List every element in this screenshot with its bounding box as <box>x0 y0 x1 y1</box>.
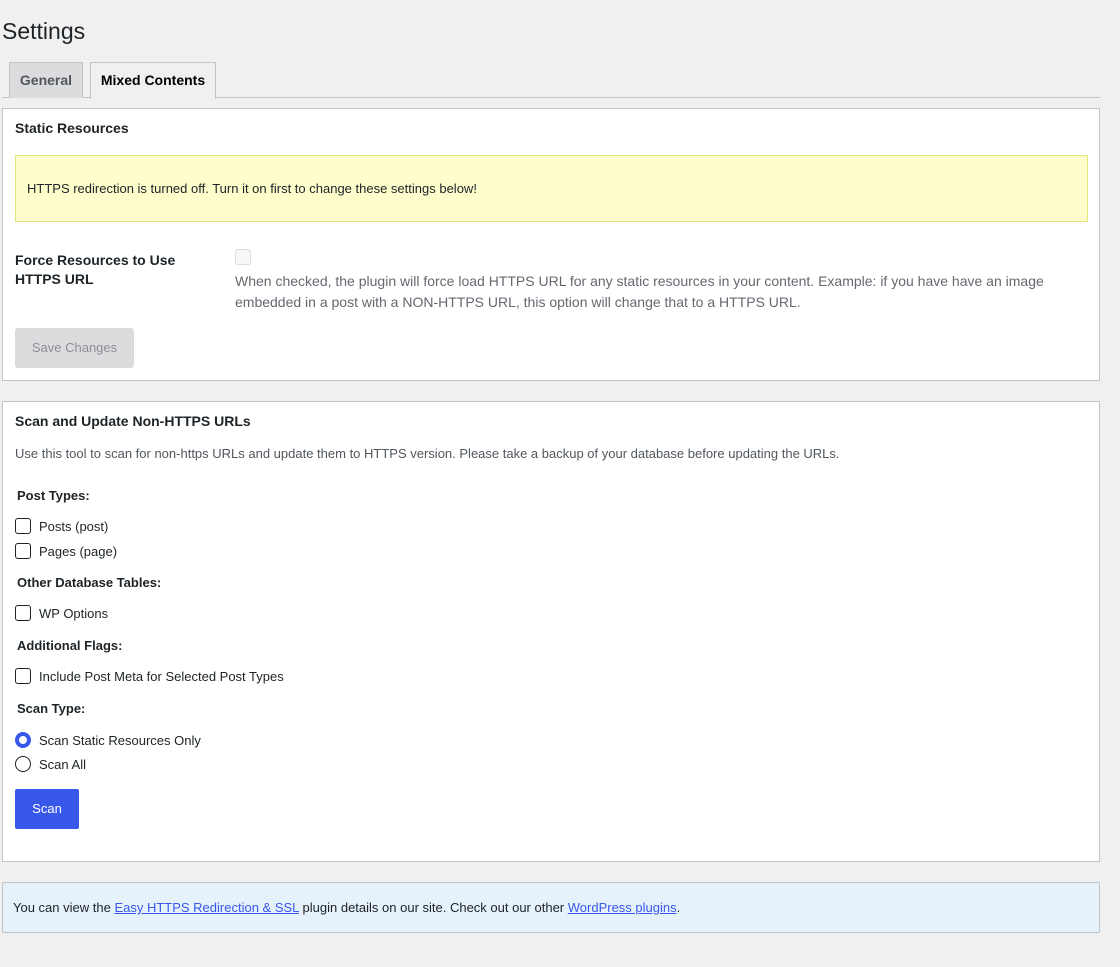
scan-panel: Scan and Update Non-HTTPS URLs Use this … <box>2 401 1100 862</box>
static-resources-panel: Static Resources HTTPS redirection is tu… <box>2 108 1100 381</box>
post-type-pages-label: Pages (page) <box>39 544 118 559</box>
notice-text-middle: plugin details on our site. Check out ou… <box>298 900 568 915</box>
https-off-notice: HTTPS redirection is turned off. Turn it… <box>15 155 1088 222</box>
save-changes-button[interactable]: Save Changes <box>15 328 134 368</box>
scan-type-label: Scan Type: <box>17 701 86 716</box>
tab-general[interactable]: General <box>9 62 83 98</box>
post-type-posts-label: Posts (post) <box>39 519 109 534</box>
tab-mixed-contents[interactable]: Mixed Contents <box>90 62 216 99</box>
scan-intro: Use this tool to scan for non-https URLs… <box>15 446 840 461</box>
force-https-description: When checked, the plugin will force load… <box>235 273 1044 310</box>
include-post-meta-checkbox[interactable] <box>15 668 31 684</box>
force-https-checkbox[interactable] <box>235 249 251 265</box>
notice-text-before: You can view the <box>13 900 115 915</box>
include-post-meta-label: Include Post Meta for Selected Post Type… <box>39 669 284 684</box>
plugin-info-notice: You can view the Easy HTTPS Redirection … <box>2 882 1100 933</box>
wordpress-plugins-link[interactable]: WordPress plugins <box>568 900 677 915</box>
scan-all-label: Scan All <box>39 757 86 772</box>
other-tables-label: Other Database Tables: <box>17 575 162 590</box>
wp-options-label: WP Options <box>39 606 109 621</box>
page-title: Settings <box>2 18 86 44</box>
https-off-notice-text: HTTPS redirection is turned off. Turn it… <box>27 181 477 196</box>
settings-page: Settings General Mixed Contents Static R… <box>0 0 1120 967</box>
scan-button[interactable]: Scan <box>15 789 79 829</box>
scan-all-radio[interactable] <box>15 756 31 772</box>
scan-static-only-radio[interactable] <box>15 732 31 748</box>
scan-static-only-label: Scan Static Resources Only <box>39 733 201 748</box>
post-types-label: Post Types: <box>17 488 90 503</box>
notice-text-after: . <box>676 900 681 915</box>
static-resources-heading: Static Resources <box>15 120 129 136</box>
post-type-pages-checkbox[interactable] <box>15 543 31 559</box>
additional-flags-label: Additional Flags: <box>17 638 123 653</box>
easy-https-plugin-link[interactable]: Easy HTTPS Redirection & SSL <box>114 900 298 915</box>
post-type-posts-checkbox[interactable] <box>15 518 31 534</box>
scan-heading: Scan and Update Non-HTTPS URLs <box>15 413 251 429</box>
wp-options-checkbox[interactable] <box>15 605 31 621</box>
force-https-label: Force Resources to Use HTTPS URL <box>15 252 176 287</box>
tab-bar: General Mixed Contents <box>2 62 1100 99</box>
